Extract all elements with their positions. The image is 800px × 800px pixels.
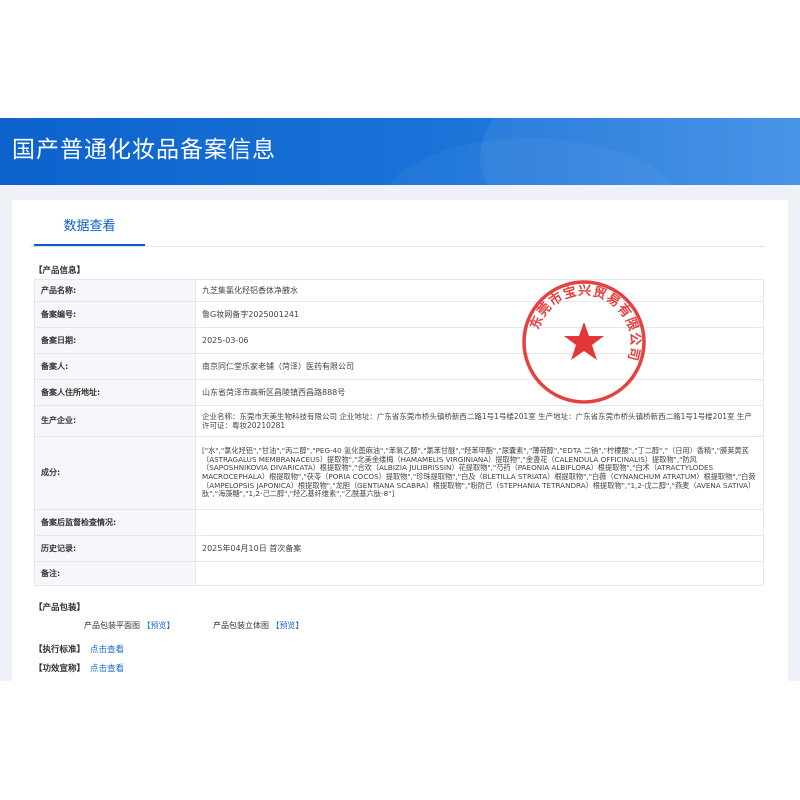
field-value [195, 509, 764, 536]
table-row: 备案日期: 2025-03-06 [34, 327, 764, 354]
table-row: 生产企业: 企业名称：东莞市天美生物科技有限公司 企业地址：广东省东莞市桥头镇桥… [34, 405, 764, 437]
package-solid-preview-link[interactable]: 【预览】 [272, 621, 304, 630]
field-label: 备注: [34, 561, 196, 586]
field-value: 南京同仁堂乐家老铺（菏泽）医药有限公司 [195, 353, 764, 380]
field-label: 产品名称: [34, 279, 196, 302]
package-flat-item: 产品包装平面图 【预览】 [84, 620, 175, 631]
package-solid-item: 产品包装立体图 【预览】 [213, 620, 304, 631]
field-label: 生产企业: [34, 405, 196, 437]
table-row: 成分: ["水","氯化羟铝","甘油","丙二醇","PEG-40 氢化蓖麻油… [34, 436, 764, 510]
field-label: 备案后监督检查情况: [34, 509, 196, 536]
table-row: 备注: [34, 561, 764, 586]
efficacy-view-link[interactable]: 点击查看 [90, 664, 124, 674]
efficacy-title: 【功效宣称】 [34, 664, 86, 674]
package-solid-label: 产品包装立体图 [213, 621, 269, 630]
field-label: 备案编号: [34, 301, 196, 328]
page-title: 国产普通化妆品备案信息 [12, 137, 276, 163]
field-value: 鲁G妆网备字2025001241 [195, 301, 764, 328]
table-row: 备案人: 南京同仁堂乐家老铺（菏泽）医药有限公司 [34, 353, 764, 380]
product-info-table: 产品名称: 九芝集氯化羟铝香体净腋水 备案编号: 鲁G妆网备字202500124… [34, 279, 764, 586]
field-value: ["水","氯化羟铝","甘油","丙二醇","PEG-40 氢化蓖麻油","苯… [195, 436, 764, 510]
standard-title: 【执行标准】 [34, 645, 86, 655]
field-value: 山东省菏泽市高新区昌陵镇西昌路888号 [195, 379, 764, 406]
standard-view-link[interactable]: 点击查看 [90, 645, 124, 655]
field-label: 成分: [34, 436, 196, 510]
field-value: 九芝集氯化羟铝香体净腋水 [195, 279, 764, 302]
section-title-product-info: 【产品信息】 [34, 266, 86, 276]
field-label: 备案人住所地址: [34, 379, 196, 406]
field-label: 历史记录: [34, 535, 196, 562]
tab-data-view[interactable]: 数据查看 [34, 208, 145, 246]
package-flat-preview-link[interactable]: 【预览】 [143, 621, 175, 630]
package-flat-label: 产品包装平面图 [84, 621, 140, 630]
table-row: 备案后监督检查情况: [34, 509, 764, 536]
section-title-packaging: 【产品包装】 [34, 603, 86, 613]
field-value [195, 561, 764, 586]
page-header: 国产普通化妆品备案信息 [0, 118, 800, 185]
section-title-efficacy: 【功效宣称】 点击查看 [34, 662, 124, 674]
field-value: 2025年04月10日 首次备案 [195, 535, 764, 562]
field-label: 备案日期: [34, 327, 196, 354]
table-row: 产品名称: 九芝集氯化羟铝香体净腋水 [34, 279, 764, 302]
table-row: 历史记录: 2025年04月10日 首次备案 [34, 535, 764, 562]
tab-divider [30, 246, 765, 247]
section-title-standard: 【执行标准】 点击查看 [34, 643, 124, 655]
field-value: 企业名称：东莞市天美生物科技有限公司 企业地址：广东省东莞市桥头镇桥新西二路1号… [195, 405, 764, 437]
table-row: 备案人住所地址: 山东省菏泽市高新区昌陵镇西昌路888号 [34, 379, 764, 406]
field-label: 备案人: [34, 353, 196, 380]
field-value: 2025-03-06 [195, 327, 764, 354]
table-row: 备案编号: 鲁G妆网备字2025001241 [34, 301, 764, 328]
